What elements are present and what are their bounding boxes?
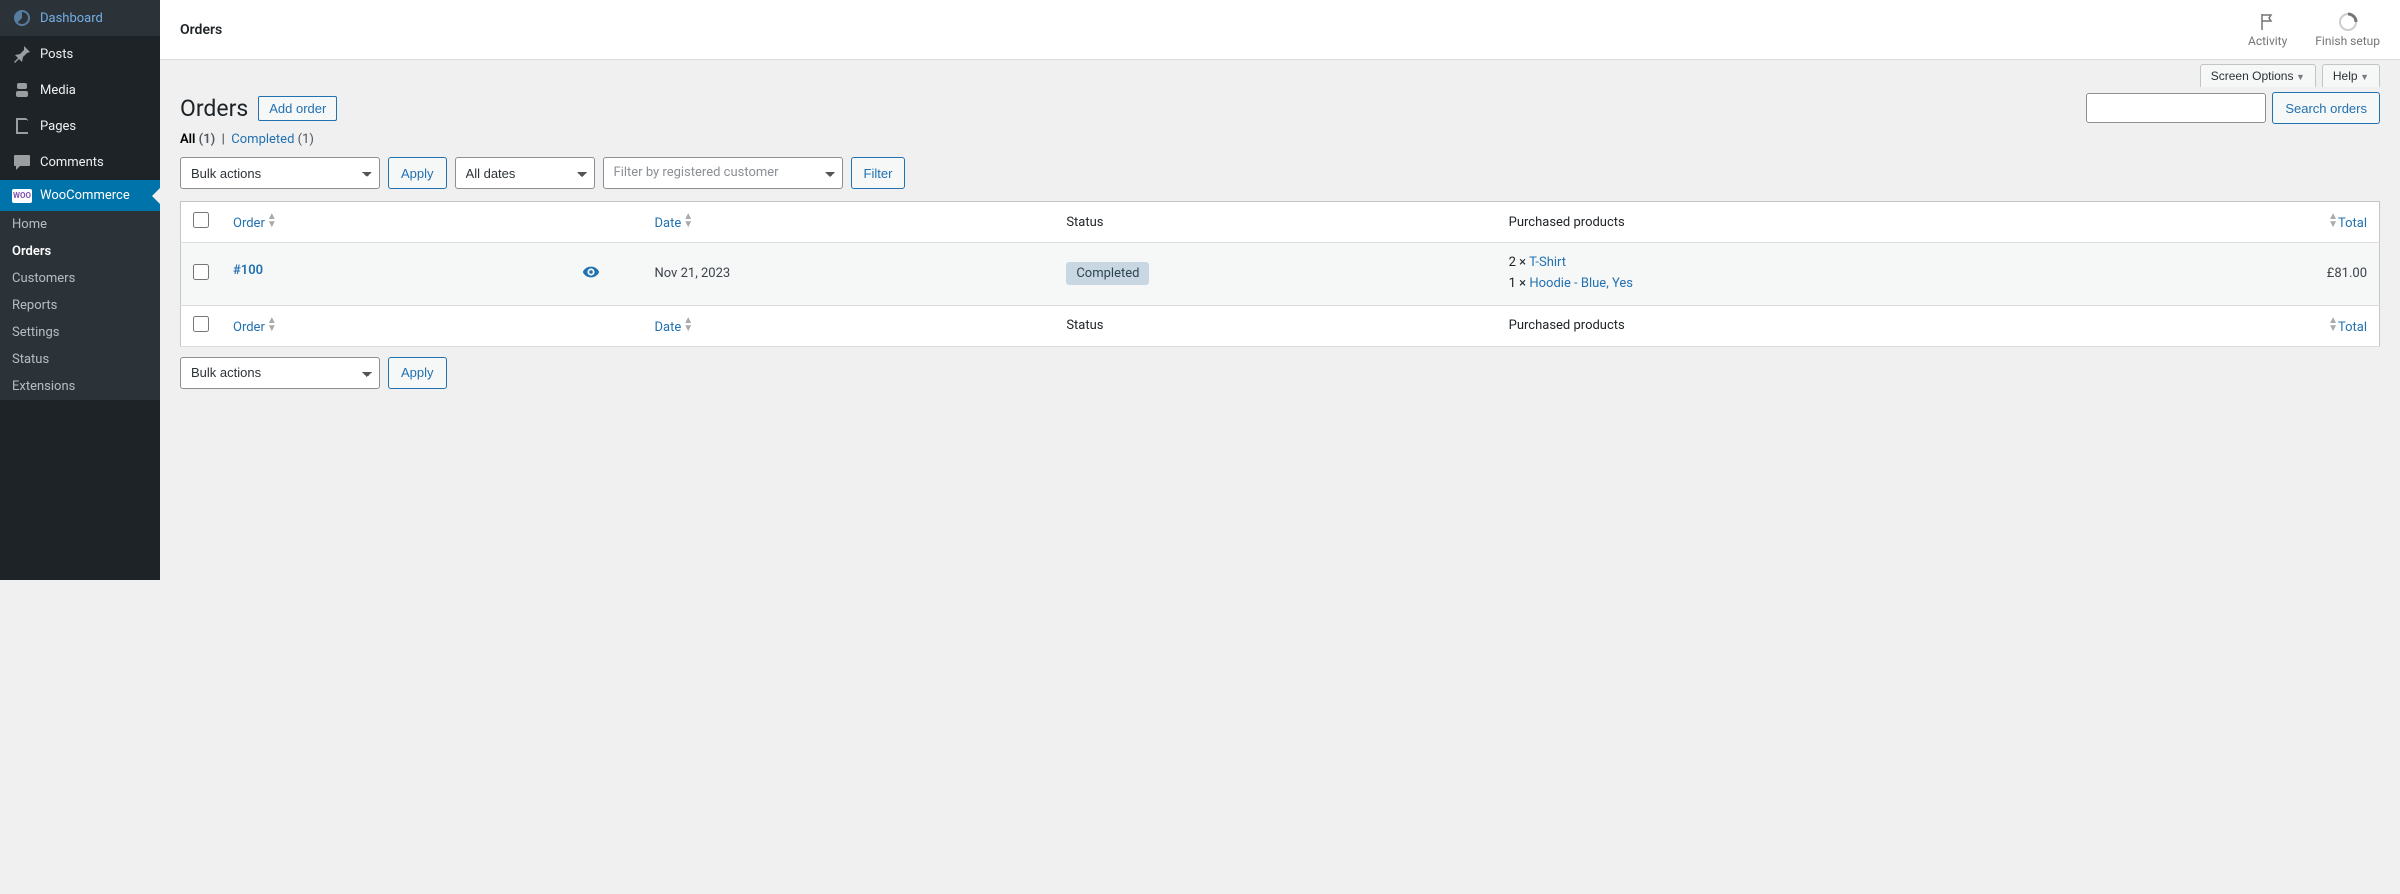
admin-sidebar: Dashboard Posts Media Pages Comments WOO… [0, 0, 160, 580]
sidebar-submenu: Home Orders Customers Reports Settings S… [0, 211, 160, 400]
search-orders-button[interactable]: Search orders [2272, 92, 2380, 124]
select-all-checkbox-footer[interactable] [193, 316, 209, 332]
apply-bulk-button-bottom[interactable]: Apply [388, 357, 447, 389]
sidebar-item-label: WooCommerce [40, 188, 130, 203]
column-purchased-footer: Purchased products [1497, 305, 2110, 346]
sort-icon: ▲▼ [267, 317, 277, 333]
product-link[interactable]: T-Shirt [1529, 255, 1566, 270]
apply-bulk-button[interactable]: Apply [388, 157, 447, 189]
sort-icon: ▲▼ [267, 213, 277, 229]
column-date[interactable]: Date▲▼ [654, 216, 693, 231]
sidebar-item-dashboard[interactable]: Dashboard [0, 0, 160, 36]
sidebar-item-woocommerce[interactable]: WOO WooCommerce [0, 180, 160, 211]
topbar-title: Orders [180, 22, 222, 38]
help-tab[interactable]: Help [2322, 64, 2380, 87]
topbar: Orders Activity Finish setup [160, 0, 2400, 60]
submenu-item-reports[interactable]: Reports [0, 292, 160, 319]
topbar-actions: Activity Finish setup [2248, 12, 2380, 48]
sidebar-item-comments[interactable]: Comments [0, 144, 160, 180]
column-total[interactable]: ▲▼Total [2326, 216, 2367, 231]
activity-label: Activity [2248, 34, 2287, 48]
filters-row: Bulk actions Apply All dates Filter by r… [180, 157, 2380, 189]
dashboard-icon [12, 8, 32, 28]
comment-icon [12, 152, 32, 172]
sort-icon: ▲▼ [683, 317, 693, 333]
screen-options-tab[interactable]: Screen Options [2200, 64, 2316, 87]
submenu-item-status[interactable]: Status [0, 346, 160, 373]
page-heading: Orders [180, 95, 248, 122]
pin-icon [12, 44, 32, 64]
status-badge: Completed [1066, 262, 1149, 285]
flag-icon [2258, 12, 2278, 32]
order-id-link[interactable]: #100 [233, 263, 263, 278]
row-checkbox[interactable] [193, 264, 209, 280]
progress-circle-icon [2338, 12, 2358, 32]
bulk-actions-select[interactable]: Bulk actions [180, 157, 380, 189]
sidebar-item-label: Pages [40, 119, 76, 134]
sort-icon: ▲▼ [2328, 317, 2338, 333]
submenu-item-home[interactable]: Home [0, 211, 160, 238]
customer-filter-select[interactable]: Filter by registered customer [603, 157, 843, 189]
select-all-checkbox[interactable] [193, 212, 209, 228]
media-icon [12, 80, 32, 100]
bottom-actions: Bulk actions Apply [180, 357, 2380, 389]
main-content: Orders Activity Finish setup Screen Opti… [160, 0, 2400, 580]
screen-tabs: Screen Options Help [160, 60, 2400, 87]
filter-button[interactable]: Filter [851, 157, 906, 189]
activity-button[interactable]: Activity [2248, 12, 2287, 48]
orders-table: Order▲▼ Date▲▼ Status Purchased products… [180, 201, 2380, 347]
column-date-footer[interactable]: Date▲▼ [654, 320, 693, 335]
column-status-footer: Status [1054, 305, 1496, 346]
submenu-item-extensions[interactable]: Extensions [0, 373, 160, 400]
sidebar-item-posts[interactable]: Posts [0, 36, 160, 72]
column-status: Status [1054, 202, 1496, 243]
finish-setup-button[interactable]: Finish setup [2315, 12, 2380, 48]
order-total: £81.00 [2109, 243, 2379, 306]
sidebar-item-pages[interactable]: Pages [0, 108, 160, 144]
woo-icon: WOO [12, 189, 32, 203]
date-filter-select[interactable]: All dates [455, 157, 595, 189]
sidebar-item-label: Posts [40, 47, 73, 62]
order-date: Nov 21, 2023 [642, 243, 1054, 306]
submenu-item-settings[interactable]: Settings [0, 319, 160, 346]
column-purchased: Purchased products [1497, 202, 2110, 243]
column-order[interactable]: Order▲▼ [233, 216, 277, 231]
sort-icon: ▲▼ [2328, 213, 2338, 229]
submenu-item-orders[interactable]: Orders [0, 238, 160, 265]
sidebar-item-label: Media [40, 83, 76, 98]
submenu-item-customers[interactable]: Customers [0, 265, 160, 292]
column-total-footer[interactable]: ▲▼Total [2326, 320, 2367, 335]
preview-icon[interactable] [582, 263, 600, 285]
search-orders-input[interactable] [2086, 93, 2266, 123]
product-line: 1 × Hoodie - Blue, Yes [1509, 274, 2098, 295]
product-line: 2 × T-Shirt [1509, 253, 2098, 274]
product-link[interactable]: Hoodie - Blue, Yes [1529, 276, 1633, 291]
status-views: All (1) | Completed (1) [180, 132, 2380, 147]
sidebar-item-label: Comments [40, 155, 104, 170]
sidebar-item-media[interactable]: Media [0, 72, 160, 108]
bulk-actions-select-bottom[interactable]: Bulk actions [180, 357, 380, 389]
column-order-footer[interactable]: Order▲▼ [233, 320, 277, 335]
finish-setup-label: Finish setup [2315, 34, 2380, 48]
sidebar-item-label: Dashboard [40, 11, 103, 26]
add-order-button[interactable]: Add order [258, 96, 337, 121]
table-row[interactable]: #100 Nov 21, 2023 Completed 2 × T-Shirt … [181, 243, 2380, 306]
view-completed[interactable]: Completed (1) [231, 132, 314, 147]
view-all[interactable]: All (1) [180, 132, 218, 147]
page-icon [12, 116, 32, 136]
sort-icon: ▲▼ [683, 213, 693, 229]
